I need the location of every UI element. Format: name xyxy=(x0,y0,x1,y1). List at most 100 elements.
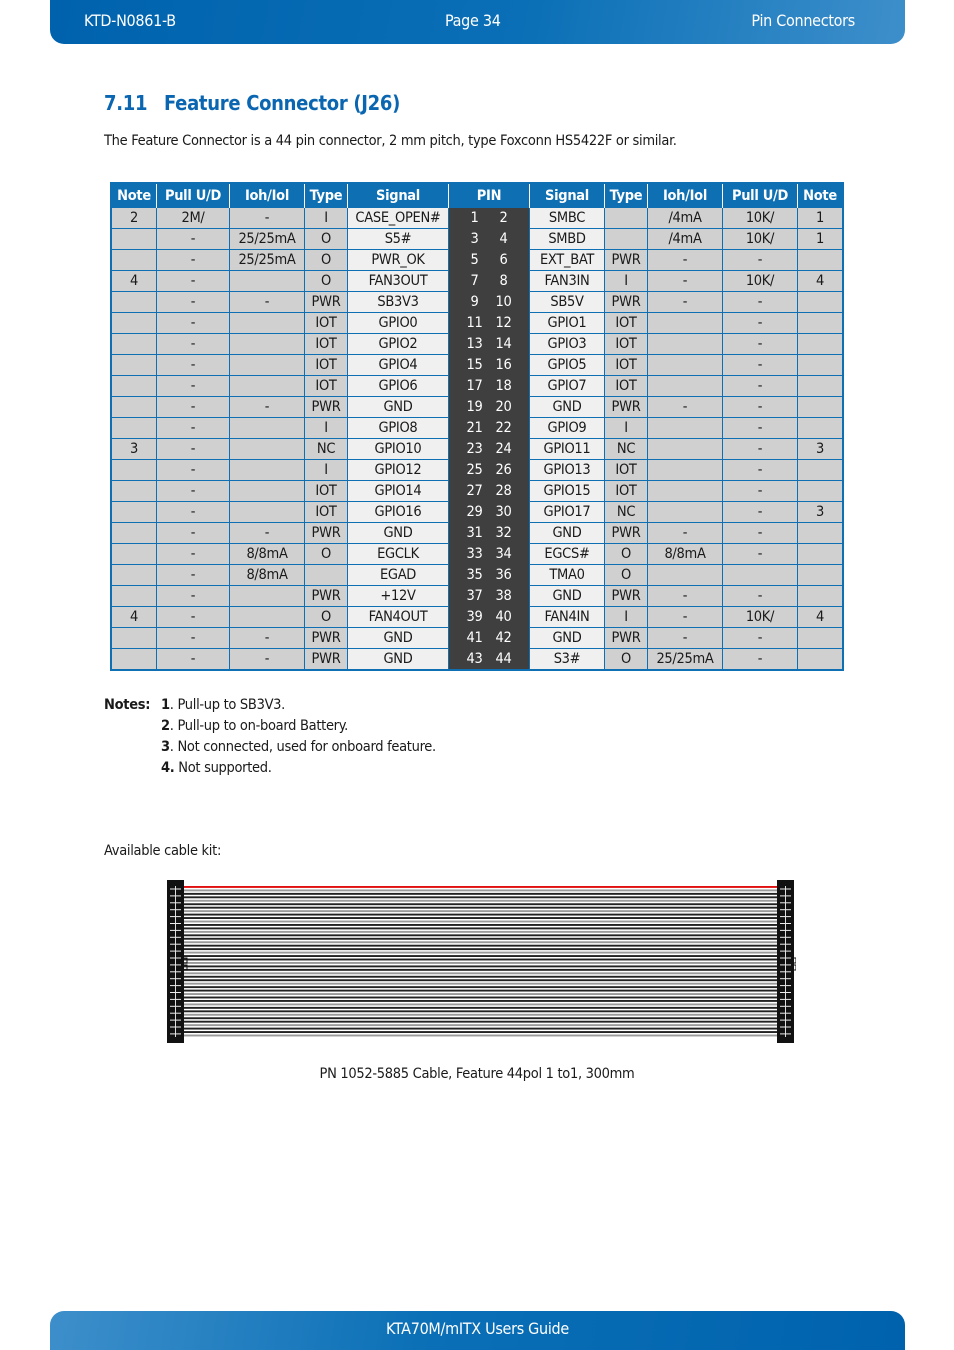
cell-ioh-left xyxy=(229,354,305,376)
wire xyxy=(184,944,777,947)
pin-pair: 12 xyxy=(449,208,529,228)
cell-type-left: O xyxy=(304,249,348,271)
cell-type-right: I xyxy=(604,270,648,292)
cell-ioh-right xyxy=(647,564,723,586)
pin-number: 13 xyxy=(466,336,483,352)
pin-pair: 11 12 xyxy=(449,313,529,333)
wire xyxy=(184,913,777,916)
cell-note-right xyxy=(797,480,844,502)
cell-signal-right: FAN4IN xyxy=(529,606,605,628)
cell-pull-left: - xyxy=(156,501,230,523)
cell-note-left xyxy=(110,375,157,397)
cell-ioh-right xyxy=(647,333,723,355)
cell-note-right xyxy=(797,291,844,313)
cell-type-right xyxy=(604,228,648,250)
cell-pull-left: - xyxy=(156,375,230,397)
wire xyxy=(184,948,777,951)
pin-number: 21 xyxy=(466,420,483,436)
table-row: - IOT GPIO2 13 14 GPIO3 IOT - xyxy=(110,333,844,355)
cell-type-right: IOT xyxy=(604,480,648,502)
pin-number: 14 xyxy=(495,336,512,352)
pin-pair: 29 30 xyxy=(449,502,529,522)
cell-pull-right: - xyxy=(722,417,798,439)
cell-type-right: O xyxy=(604,648,648,671)
cell-signal-left: GPIO6 xyxy=(347,375,449,397)
cell-type-left: I xyxy=(304,207,348,229)
cell-ioh-right: - xyxy=(647,270,723,292)
cell-pins: 9 10 xyxy=(448,291,530,313)
cell-note-right xyxy=(797,396,844,418)
cell-ioh-right xyxy=(647,459,723,481)
cell-pins: 31 32 xyxy=(448,522,530,544)
cell-signal-left: S5# xyxy=(347,228,449,250)
cell-pins: 17 18 xyxy=(448,375,530,397)
cell-note-left xyxy=(110,648,157,671)
wire xyxy=(184,996,777,999)
col-header-signal-left: Signal xyxy=(347,183,449,208)
note-item: 4. Not supported. xyxy=(161,760,272,776)
cell-pull-left: - xyxy=(156,312,230,334)
wire xyxy=(184,1010,777,1013)
cell-signal-left: PWR_OK xyxy=(347,249,449,271)
note-text: . Pull-up to on-board Battery. xyxy=(169,718,348,734)
cell-signal-right: SMBC xyxy=(529,207,605,229)
cell-note-right xyxy=(797,417,844,439)
pin-number: 7 xyxy=(470,273,479,289)
table-row: -25/25mA O PWR_OK 5 6 EXT_BAT PWR - - xyxy=(110,249,844,271)
cell-pull-left: - xyxy=(156,438,230,460)
intro-paragraph: The Feature Connector is a 44 pin connec… xyxy=(104,133,677,149)
wire xyxy=(184,889,777,892)
pin-number: 2 xyxy=(499,210,508,226)
cell-signal-left: EGAD xyxy=(347,564,449,586)
pin-number: 41 xyxy=(466,630,483,646)
cell-pull-right: - xyxy=(722,438,798,460)
pin-pair: 31 32 xyxy=(449,523,529,543)
cell-pull-left: - xyxy=(156,585,230,607)
pin-number: 6 xyxy=(499,252,508,268)
cell-ioh-left: 25/25mA xyxy=(229,249,305,271)
cell-ioh-left xyxy=(229,333,305,355)
cell-signal-right: FAN3IN xyxy=(529,270,605,292)
cell-note-right xyxy=(797,585,844,607)
note-number: 2 xyxy=(161,718,170,734)
wire xyxy=(184,1031,777,1033)
cell-pull-right: 10K/ xyxy=(722,228,798,250)
col-header-type-right: Type xyxy=(604,183,648,208)
cell-pull-left: - xyxy=(156,648,230,671)
cell-note-right: 1 xyxy=(797,228,844,250)
col-header-pull-right: Pull U/D xyxy=(722,183,798,208)
note-number: 4. xyxy=(161,760,175,776)
pin-number: 38 xyxy=(495,588,512,604)
table-row: 2 2M/- I CASE_OPEN# 1 2 SMBC/4mA 10K/1 xyxy=(110,207,844,229)
pin-number: 34 xyxy=(495,546,512,562)
pin-pair: 56 xyxy=(449,250,529,270)
cell-signal-right: GPIO3 xyxy=(529,333,605,355)
cell-ioh-left: - xyxy=(229,648,305,671)
cell-ioh-right: - xyxy=(647,522,723,544)
pin-number: 43 xyxy=(466,650,483,667)
cell-pins: 21 22 xyxy=(448,417,530,439)
pin-number: 33 xyxy=(466,546,483,562)
cell-note-left: 3 xyxy=(110,438,157,460)
cell-type-left: O xyxy=(304,543,348,565)
cell-ioh-left xyxy=(229,501,305,523)
cell-ioh-left xyxy=(229,480,305,502)
cell-signal-left: FAN3OUT xyxy=(347,270,449,292)
wire xyxy=(184,941,777,944)
cell-note-left xyxy=(110,312,157,334)
wire xyxy=(184,1000,777,1002)
cell-ioh-right: - xyxy=(647,627,723,649)
wire xyxy=(184,1017,777,1020)
cell-pull-left: - xyxy=(156,522,230,544)
note-text: . Pull-up to SB3V3. xyxy=(169,697,286,713)
cell-note-left xyxy=(110,249,157,271)
pin-number: 24 xyxy=(495,441,512,457)
pin-pair: 39 40 xyxy=(449,607,529,627)
cell-pull-right: - xyxy=(722,459,798,481)
cell-type-left: PWR xyxy=(304,522,348,544)
wire xyxy=(184,982,777,985)
cell-ioh-left: 25/25mA xyxy=(229,228,305,250)
cell-ioh-right xyxy=(647,354,723,376)
cell-type-right: I xyxy=(604,606,648,628)
cell-type-left: IOT xyxy=(304,354,348,376)
